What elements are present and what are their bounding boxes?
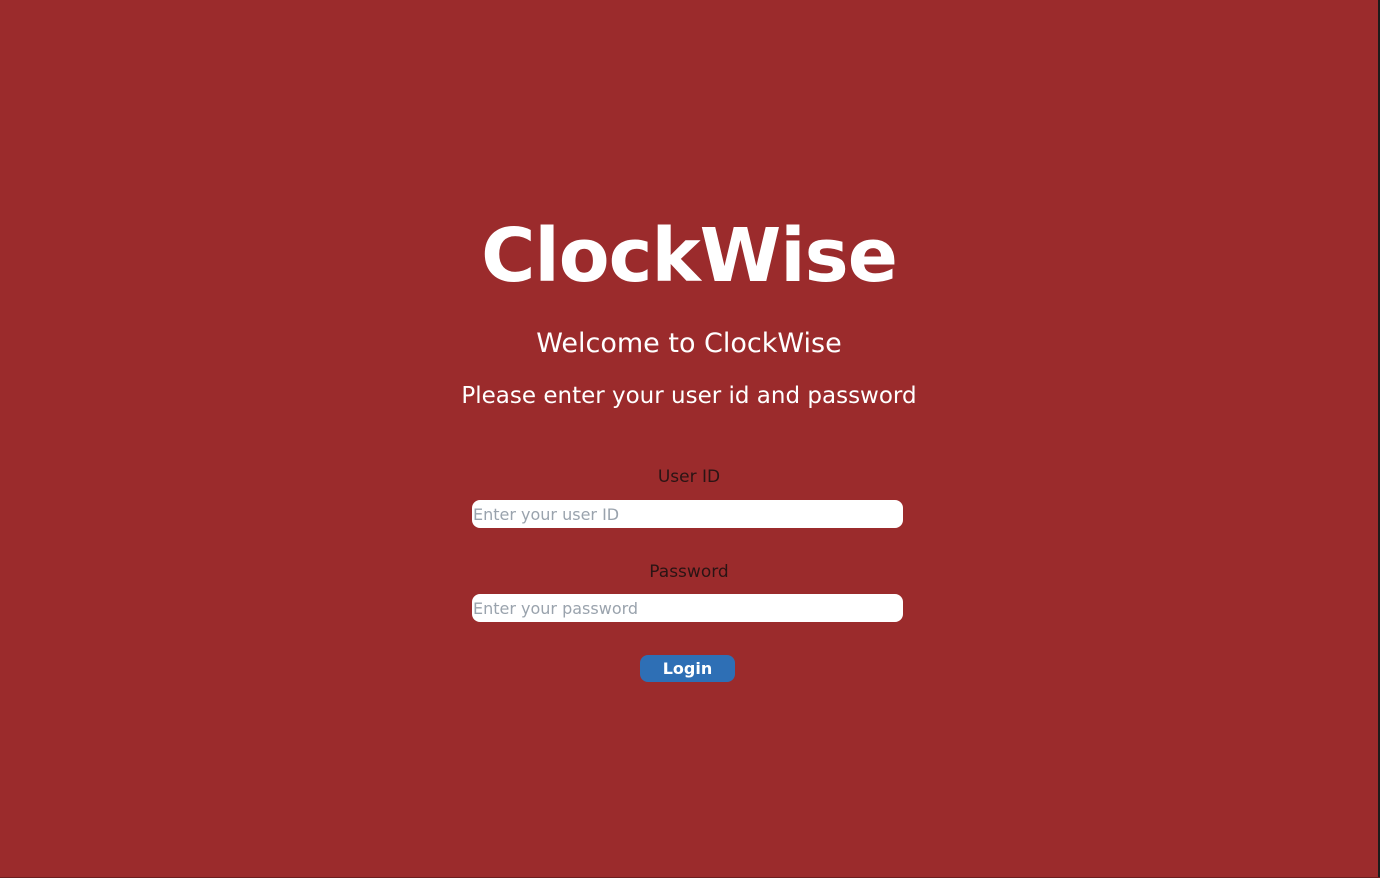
password-input[interactable] <box>472 594 903 622</box>
instructions-text: Please enter your user id and password <box>461 383 917 409</box>
app-title: ClockWise <box>481 213 898 299</box>
user-id-input[interactable] <box>472 500 903 528</box>
login-button[interactable]: Login <box>640 655 735 682</box>
user-id-label: User ID <box>657 467 721 487</box>
password-label: Password <box>649 562 729 582</box>
login-page: ClockWise Welcome to ClockWise Please en… <box>0 0 1378 878</box>
welcome-heading: Welcome to ClockWise <box>536 328 842 359</box>
